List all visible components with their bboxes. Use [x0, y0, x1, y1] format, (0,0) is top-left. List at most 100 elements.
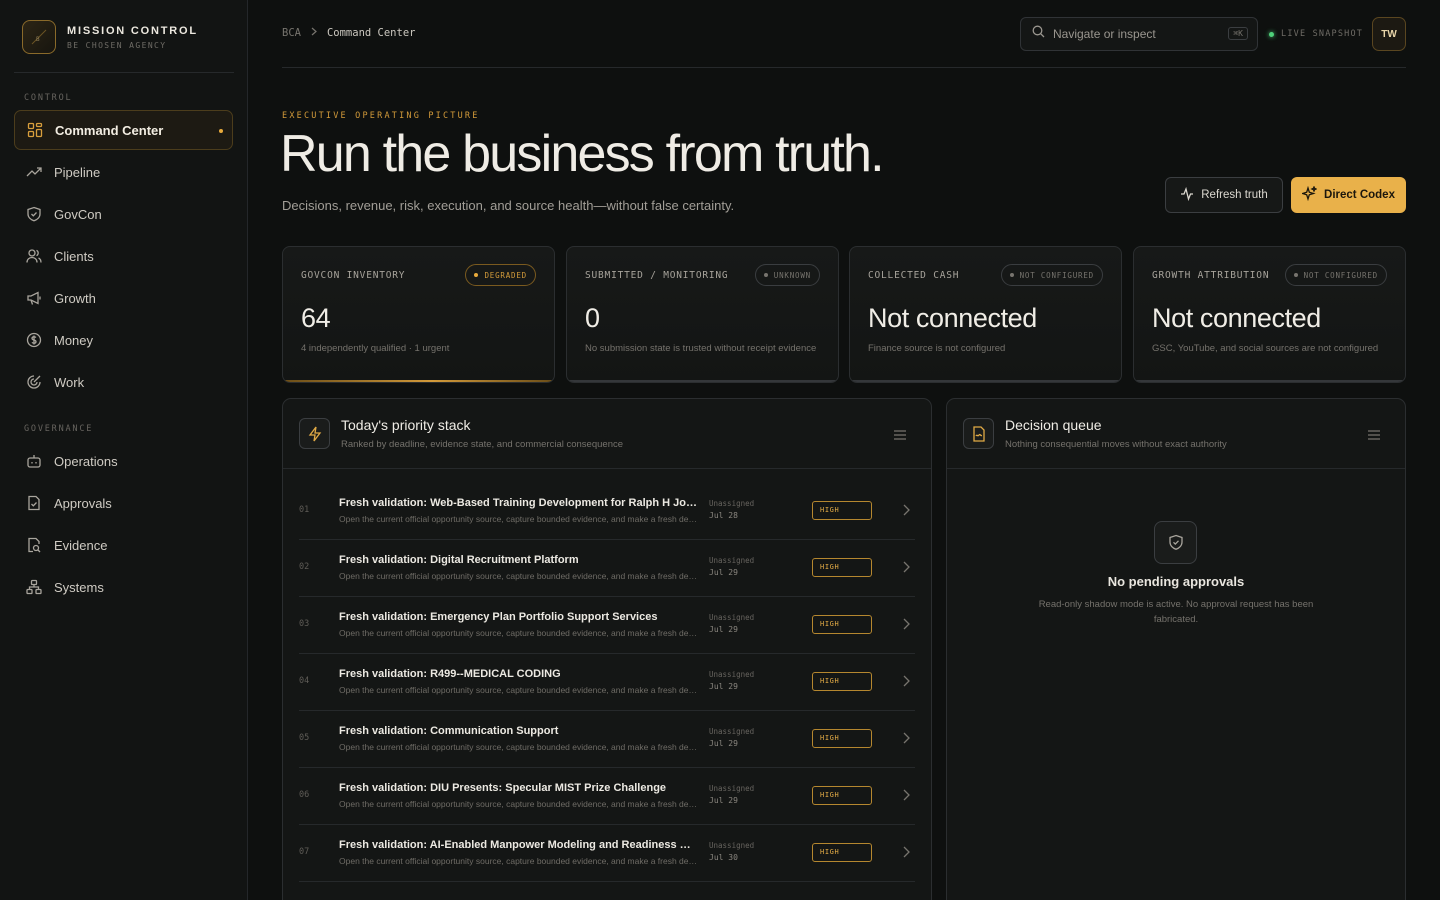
search-icon [1032, 25, 1045, 43]
metric-accent-bar [850, 380, 1121, 382]
priority-badge: HIGH [812, 558, 872, 577]
sidebar-item-work[interactable]: Work [14, 362, 233, 402]
row-owner: Unassigned [709, 841, 755, 850]
panel-header: Decision queue Nothing consequential mov… [947, 399, 1405, 469]
page-subtitle: Decisions, revenue, risk, execution, and… [282, 198, 735, 213]
breadcrumb-root[interactable]: BCA [282, 27, 301, 39]
metric-value: Not connected [868, 303, 1037, 333]
metric-card-growth[interactable]: GROWTH ATTRIBUTION NOT CONFIGURED Not co… [1133, 246, 1406, 383]
active-indicator [219, 129, 223, 133]
row-owner: Unassigned [709, 727, 755, 736]
chevron-right-icon [903, 674, 910, 692]
table-row[interactable]: 01 Fresh validation: Web-Based Training … [299, 483, 915, 540]
panel-header: Today's priority stack Ranked by deadlin… [283, 399, 931, 469]
metric-card-cash[interactable]: COLLECTED CASH NOT CONFIGURED Not connec… [849, 246, 1122, 383]
hero-eyebrow: EXECUTIVE OPERATING PICTURE [282, 111, 480, 121]
panel-subtitle: Nothing consequential moves without exac… [1005, 439, 1227, 450]
sidebar-item-money[interactable]: Money [14, 320, 233, 360]
live-indicator [1269, 31, 1274, 37]
row-owner: Unassigned [709, 784, 755, 793]
status-badge: DEGRADED [465, 264, 536, 286]
panel-subtitle: Ranked by deadline, evidence state, and … [341, 439, 624, 450]
row-owner: Unassigned [709, 613, 755, 622]
sidebar-item-operations[interactable]: Operations [14, 441, 233, 481]
shield-icon [26, 206, 42, 222]
nav-section-governance: GOVERNANCE [24, 424, 94, 434]
menu-icon[interactable] [1368, 427, 1380, 445]
chevron-right-icon [311, 27, 317, 39]
row-description: Open the current official opportunity so… [339, 685, 699, 695]
direct-codex-button[interactable]: Direct Codex [1291, 177, 1406, 213]
sidebar-item-label: Evidence [54, 537, 108, 553]
brand[interactable]: B MISSION CONTROL BE CHOSEN AGENCY [22, 20, 198, 54]
file-search-icon [26, 537, 42, 553]
row-date: Jul 29 [709, 739, 738, 748]
row-title: Fresh validation: Web-Based Training Dev… [339, 497, 699, 509]
sidebar-item-approvals[interactable]: Approvals [14, 483, 233, 523]
table-row[interactable]: 03 Fresh validation: Emergency Plan Port… [299, 597, 915, 654]
metric-label: SUBMITTED / MONITORING [585, 270, 729, 281]
chevron-right-icon [903, 560, 910, 578]
file-signature-icon [963, 418, 994, 449]
avatar[interactable]: TW [1372, 17, 1406, 51]
row-rank: 06 [299, 790, 310, 800]
sidebar-item-growth[interactable]: Growth [14, 278, 233, 318]
shortcut-hint: ⌘K [1228, 27, 1248, 40]
chevron-right-icon [903, 788, 910, 806]
page-title: Run the business from truth. [280, 125, 885, 183]
panel-title: Decision queue [1005, 417, 1102, 433]
chevron-right-icon [903, 731, 910, 749]
row-title: Fresh validation: Emergency Plan Portfol… [339, 611, 658, 623]
sidebar-item-pipeline[interactable]: Pipeline [14, 152, 233, 192]
priority-badge: HIGH [812, 501, 872, 520]
row-description: Open the current official opportunity so… [339, 628, 699, 638]
metric-value: 0 [585, 303, 600, 333]
sidebar-item-label: Growth [54, 290, 96, 306]
metric-value: Not connected [1152, 303, 1321, 333]
row-date: Jul 30 [709, 853, 738, 862]
row-date: Jul 29 [709, 796, 738, 805]
menu-icon[interactable] [894, 427, 906, 445]
sidebar-item-command-center[interactable]: Command Center [14, 110, 233, 150]
search-box[interactable]: ⌘K [1020, 17, 1258, 51]
panel-title: Today's priority stack [341, 417, 471, 433]
metric-value: 64 [301, 303, 331, 333]
brand-logo: B [22, 20, 56, 54]
sidebar-item-systems[interactable]: Systems [14, 567, 233, 607]
sparkle-icon [1300, 185, 1324, 204]
sidebar-item-label: Pipeline [54, 164, 101, 180]
status-badge-label: UNKNOWN [773, 270, 811, 280]
table-row[interactable]: 04 Fresh validation: R499--MEDICAL CODIN… [299, 654, 915, 711]
row-description: Open the current official opportunity so… [339, 514, 699, 524]
row-rank: 01 [299, 505, 310, 515]
sidebar-item-label: Work [54, 374, 85, 390]
megaphone-icon [26, 290, 42, 306]
table-row[interactable]: 02 Fresh validation: Digital Recruitment… [299, 540, 915, 597]
empty-state-title: No pending approvals [1107, 574, 1245, 589]
search-input[interactable] [1053, 27, 1213, 41]
sidebar-item-label: Systems [54, 579, 104, 595]
status-badge: NOT CONFIGURED [1000, 264, 1103, 286]
metric-card-govcon[interactable]: GOVCON INVENTORY DEGRADED 64 4 independe… [282, 246, 555, 383]
status-badge: UNKNOWN [754, 264, 820, 286]
priority-badge: HIGH [812, 672, 872, 691]
svg-text:B: B [36, 36, 40, 43]
table-row[interactable]: 07 Fresh validation: AI-Enabled Manpower… [299, 825, 915, 882]
bot-icon [26, 453, 42, 469]
sidebar-item-clients[interactable]: Clients [14, 236, 233, 276]
sidebar-item-evidence[interactable]: Evidence [14, 525, 233, 565]
divider [14, 72, 234, 73]
priority-badge: HIGH [812, 729, 872, 748]
row-owner: Unassigned [709, 499, 755, 508]
table-row[interactable]: 06 Fresh validation: DIU Presents: Specu… [299, 768, 915, 825]
decision-queue-panel: Decision queue Nothing consequential mov… [946, 398, 1406, 900]
metric-card-submitted[interactable]: SUBMITTED / MONITORING UNKNOWN 0 No subm… [566, 246, 839, 383]
dollar-icon [26, 332, 42, 348]
row-rank: 04 [299, 676, 310, 686]
sidebar-item-govcon[interactable]: GovCon [14, 194, 233, 234]
refresh-truth-button[interactable]: Refresh truth [1165, 177, 1283, 213]
row-title: Fresh validation: R499--MEDICAL CODING [339, 668, 561, 680]
lightning-icon [299, 418, 330, 449]
table-row[interactable]: 05 Fresh validation: Communication Suppo… [299, 711, 915, 768]
brand-subtitle: BE CHOSEN AGENCY [67, 40, 167, 50]
